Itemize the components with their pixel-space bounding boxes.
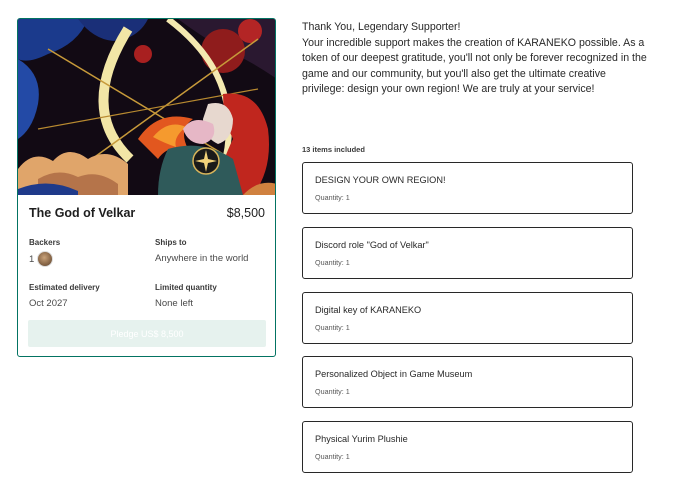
- backers-label: Backers: [29, 238, 61, 247]
- item-name: Personalized Object in Game Museum: [315, 369, 473, 379]
- ships-to-label: Ships to: [155, 238, 187, 247]
- backers-count: 1: [29, 253, 35, 265]
- reward-item: Personalized Object in Game Museum Quant…: [302, 356, 633, 408]
- item-quantity: Quantity: 1: [315, 387, 350, 396]
- item-quantity: Quantity: 1: [315, 452, 350, 461]
- item-quantity: Quantity: 1: [315, 258, 350, 267]
- backers-value: 1: [29, 251, 54, 267]
- reward-item: Discord role "God of Velkar" Quantity: 1: [302, 227, 633, 279]
- reward-price: $8,500: [226, 206, 265, 220]
- reward-description: Thank You, Legendary Supporter! Your inc…: [302, 20, 647, 98]
- delivery-label: Estimated delivery: [29, 283, 100, 292]
- limited-quantity-label: Limited quantity: [155, 283, 217, 292]
- backer-avatar: [37, 251, 54, 267]
- reward-item: Physical Yurim Plushie Quantity: 1: [302, 421, 633, 473]
- item-quantity: Quantity: 1: [315, 193, 350, 202]
- reward-artwork: [18, 19, 275, 195]
- description-body: Your incredible support makes the creati…: [302, 36, 647, 96]
- pledge-button[interactable]: Pledge US$ 8,500: [28, 320, 266, 347]
- items-included-count: 13 items included: [302, 145, 365, 154]
- delivery-value: Oct 2027: [29, 298, 68, 309]
- item-name: Digital key of KARANEKO: [315, 305, 422, 315]
- ships-to-value: Anywhere in the world: [155, 253, 249, 264]
- reward-item: DESIGN YOUR OWN REGION! Quantity: 1: [302, 162, 633, 214]
- item-name: Discord role "God of Velkar": [315, 240, 429, 250]
- description-heading: Thank You, Legendary Supporter!: [302, 21, 461, 33]
- reward-item: Digital key of KARANEKO Quantity: 1: [302, 292, 633, 344]
- limited-quantity-value: None left: [155, 298, 194, 309]
- reward-title: The God of Velkar: [29, 206, 136, 220]
- reward-card[interactable]: The God of Velkar $8,500 Backers 1 Ships…: [17, 18, 276, 357]
- item-quantity: Quantity: 1: [315, 323, 350, 332]
- item-name: DESIGN YOUR OWN REGION!: [315, 175, 446, 185]
- item-name: Physical Yurim Plushie: [315, 434, 408, 444]
